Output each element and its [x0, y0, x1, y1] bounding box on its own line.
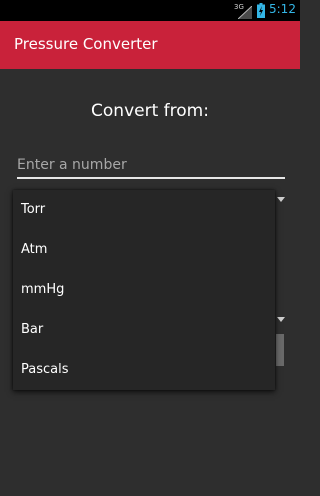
dropdown-option-pascals[interactable]: Pascals: [13, 350, 275, 390]
dropdown-option-bar[interactable]: Bar: [13, 310, 275, 350]
app-bar: Pressure Converter: [0, 21, 300, 69]
from-unit-spinner-arrow-icon[interactable]: [277, 197, 285, 202]
to-unit-spinner-arrow-icon[interactable]: [277, 317, 285, 322]
dropdown-option-torr[interactable]: Torr: [13, 190, 275, 230]
status-bar: 3G 5:12: [0, 0, 300, 21]
number-input[interactable]: [17, 155, 285, 179]
dropdown-option-atm[interactable]: Atm: [13, 230, 275, 270]
dropdown-option-mmhg[interactable]: mmHg: [13, 270, 275, 310]
scrollbar[interactable]: [276, 334, 284, 366]
app-title: Pressure Converter: [14, 35, 158, 53]
unit-dropdown-list: Torr Atm mmHg Bar Pascals: [13, 190, 275, 390]
convert-from-heading: Convert from:: [91, 101, 209, 121]
clock: 5:12: [269, 2, 296, 16]
battery-charging-icon: [257, 3, 265, 22]
